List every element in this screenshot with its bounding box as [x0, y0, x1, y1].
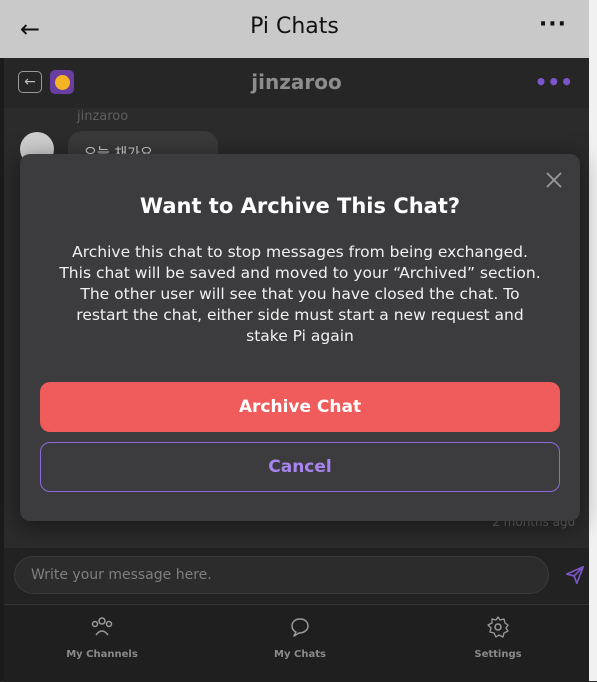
- chat-bubble-icon: [291, 618, 309, 637]
- message-composer: [4, 548, 589, 604]
- window-titlebar: ← Pi Chats ···: [0, 0, 589, 58]
- scrollbar-track: [589, 0, 597, 681]
- page-title: Pi Chats: [250, 14, 339, 39]
- dialog-title: Want to Archive This Chat?: [139, 194, 461, 218]
- archive-chat-dialog: Want to Archive This Chat? Archive this …: [20, 154, 580, 521]
- close-icon[interactable]: [544, 170, 564, 190]
- channels-icon: [91, 617, 113, 636]
- ellipsis-icon[interactable]: ···: [539, 12, 567, 37]
- gear-icon: [487, 616, 509, 638]
- nav-label: My Chats: [274, 649, 326, 660]
- chat-username: jinzaroo: [251, 70, 342, 94]
- message-input[interactable]: [14, 556, 549, 594]
- archive-chat-button[interactable]: Archive Chat: [40, 382, 560, 432]
- message-sender: jinzaroo: [77, 109, 129, 124]
- nav-my-channels[interactable]: My Channels: [42, 615, 162, 660]
- nav-settings[interactable]: Settings: [438, 615, 558, 660]
- cancel-button[interactable]: Cancel: [40, 442, 560, 492]
- send-icon[interactable]: [564, 564, 586, 586]
- dialog-message: Archive this chat to stop messages from …: [59, 243, 541, 345]
- bottom-navigation: My Channels My Chats Settings: [4, 604, 589, 682]
- chat-header: ← jinzaroo •••: [4, 58, 589, 108]
- nav-label: My Channels: [66, 649, 138, 660]
- nav-label: Settings: [474, 649, 522, 660]
- more-options-icon[interactable]: •••: [535, 70, 573, 94]
- nav-my-chats[interactable]: My Chats: [240, 615, 360, 660]
